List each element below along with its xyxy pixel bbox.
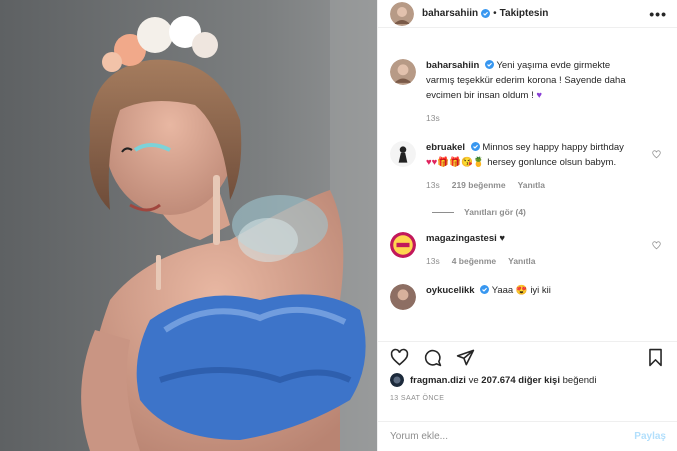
post-photo-image: [0, 0, 377, 451]
likes-suffix: beğendi: [562, 374, 597, 386]
comment-emoji: 😍: [515, 285, 528, 296]
heart-icon[interactable]: [390, 348, 409, 367]
comment-username[interactable]: oykucelikk: [426, 285, 475, 296]
replies-divider: [432, 211, 454, 213]
view-replies-button[interactable]: Yanıtları gör (4): [432, 207, 665, 217]
comment-emojis: ♥♥🎁🎁😘🍍: [426, 157, 485, 168]
comment-avatar[interactable]: [390, 232, 416, 258]
post-side-panel: baharsahiin • Takiptesin ••• baharsahiin…: [377, 0, 677, 451]
post-timestamp[interactable]: 13 SAAT ÖNCE: [378, 387, 677, 402]
following-button[interactable]: Takiptesin: [500, 8, 549, 19]
comment-like-heart-icon[interactable]: [652, 150, 661, 159]
bookmark-icon[interactable]: [646, 348, 665, 367]
comment-avatar[interactable]: [390, 141, 416, 167]
likes-others[interactable]: 207.674 diğer kişi: [481, 375, 560, 386]
comment-likes[interactable]: 4 beğenme: [452, 254, 496, 269]
liker-avatar[interactable]: [390, 373, 404, 387]
verified-badge-icon: [470, 142, 480, 151]
comment-avatar[interactable]: [390, 284, 416, 310]
comment-item: oykucelikk Yaaa 😍 iyi kii: [390, 283, 665, 310]
comment-item: ebruakel Minnos sey happy happy birthday…: [390, 140, 665, 193]
comment-username[interactable]: ebruakel: [426, 142, 465, 153]
liker-username[interactable]: fragman.dizi: [410, 375, 466, 386]
verified-badge-icon: [484, 60, 494, 69]
action-bar: [378, 342, 677, 372]
purple-heart-emoji: ♥: [536, 90, 542, 101]
caption-username[interactable]: baharsahiin: [426, 60, 479, 71]
likes-joiner: ve: [468, 374, 479, 386]
post-dialog: baharsahiin • Takiptesin ••• baharsahiin…: [0, 0, 677, 451]
view-replies-label: Yanıtları gör (4): [464, 207, 526, 217]
reply-button[interactable]: Yanıtla: [518, 178, 545, 193]
more-options-icon[interactable]: •••: [649, 6, 667, 22]
author-avatar[interactable]: [390, 1, 414, 26]
comment-text: Minnos sey happy happy birthday: [482, 142, 624, 153]
caption-time[interactable]: 13s: [426, 111, 440, 126]
post-photo[interactable]: [0, 0, 377, 451]
comment-likes[interactable]: 219 beğenme: [452, 178, 506, 193]
paper-plane-icon[interactable]: [456, 348, 475, 367]
comment-like-heart-icon[interactable]: [652, 241, 661, 250]
comment-time[interactable]: 13s: [426, 254, 440, 269]
author-username[interactable]: baharsahiin: [422, 8, 478, 19]
reply-button[interactable]: Yanıtla: [508, 254, 535, 269]
verified-badge-icon: [481, 9, 491, 18]
verified-badge-icon: [480, 285, 490, 294]
comment-emoji: ♥: [499, 233, 506, 244]
comment-username[interactable]: magazingastesi: [426, 233, 497, 244]
post-comment-button[interactable]: Paylaş: [634, 431, 666, 442]
caption-avatar[interactable]: [390, 59, 416, 85]
comment-text: Yaaa: [491, 285, 514, 296]
likes-summary: fragman.dizi ve 207.674 diğer kişi beğen…: [378, 373, 677, 387]
header-dot: •: [493, 8, 497, 19]
post-header: baharsahiin • Takiptesin •••: [378, 0, 677, 28]
comment-input[interactable]: [390, 431, 635, 442]
comment-time[interactable]: 13s: [426, 178, 440, 193]
comment-icon[interactable]: [423, 348, 442, 367]
comment-text-2: iyi kii: [530, 285, 551, 296]
add-comment-bar: Paylaş: [378, 421, 677, 451]
caption: baharsahiin Yeni yaşıma evde girmekte va…: [390, 58, 665, 126]
comments-list[interactable]: baharsahiin Yeni yaşıma evde girmekte va…: [378, 28, 677, 342]
comment-text-2: hersey gonlunce olsun babym.: [487, 157, 617, 168]
comment-item: magazingastesi ♥ 13s 4 beğenme Yanıtla: [390, 231, 665, 269]
